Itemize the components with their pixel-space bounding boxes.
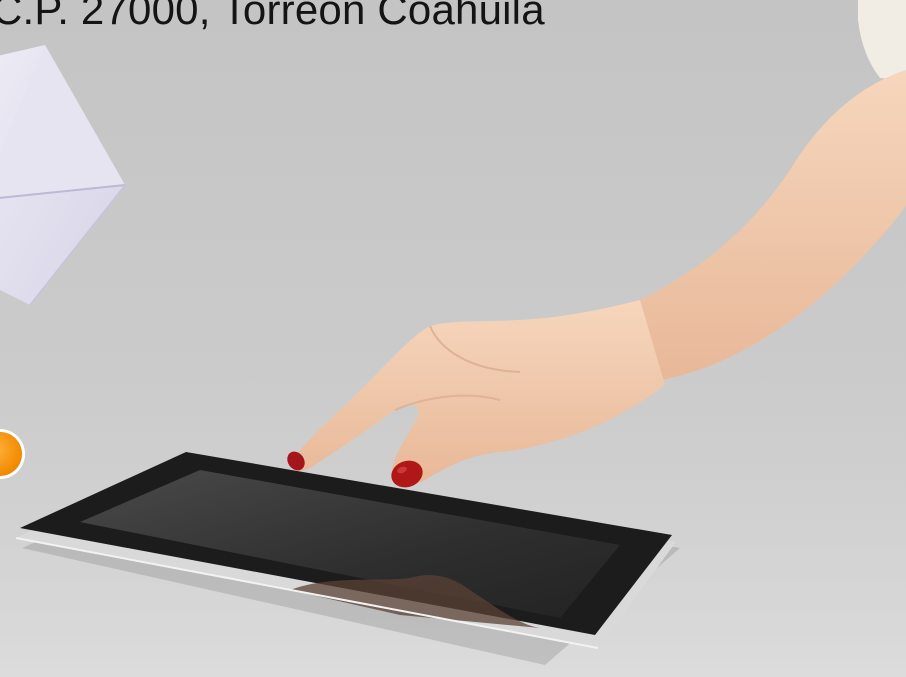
address-line: C.P. 27000, Torreón Coahuila — [0, 0, 545, 33]
scene-illustration — [0, 0, 906, 677]
hero-photo: C.P. 27000, Torreón Coahuila — [0, 0, 906, 677]
envelope-icon — [0, 45, 126, 306]
